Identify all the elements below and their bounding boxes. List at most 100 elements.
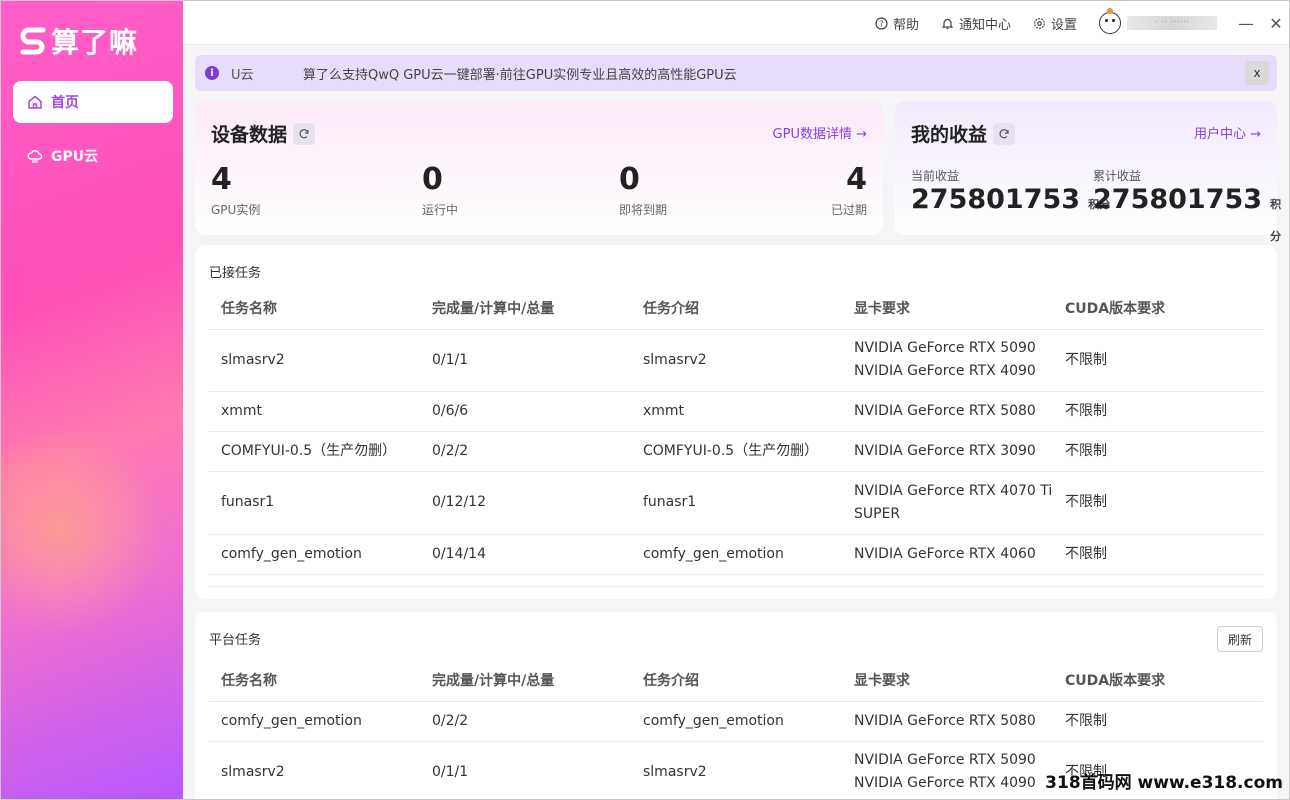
help-button[interactable]: ? 帮助 [875,14,919,33]
settings-button[interactable]: 设置 [1033,14,1077,33]
refresh-button[interactable]: 刷新 [1217,626,1263,652]
column-header: 完成量/计算中/总量 [420,659,631,702]
table-cell: 不限制 [1053,471,1263,535]
table-cell: NVIDIA GeForce RTX 4070 Ti SUPER [842,471,1053,535]
info-icon: i [205,66,219,80]
table-cell: slmasrv2 [209,329,420,392]
device-data-title: 设备数据 [211,120,316,147]
refresh-icon[interactable] [993,122,1016,145]
notice-tag: U云 [231,67,254,83]
stat-value: 4 [846,162,867,197]
refresh-icon[interactable] [293,122,316,145]
top-bar: ? 帮助 通知中心 设置 · ·· ······ — ✕ [183,1,1289,45]
column-header: 显卡要求 [842,659,1053,702]
user-avatar[interactable] [1099,8,1121,34]
platform-tasks-title: 平台任务 [209,633,262,648]
table-cell: NVIDIA GeForce RTX 5080 [842,391,1053,432]
table-cell: funasr1 [209,471,420,535]
table-cell: comfy_gen_emotion [209,534,420,575]
table-cell: 0/1/1 [420,741,631,799]
total-earnings-value: 275801753 积分 [1093,184,1281,253]
svg-text:?: ? [879,19,883,28]
username-blurred[interactable]: · ·· ······ [1127,16,1217,30]
table-header-row: 任务名称 完成量/计算中/总量 任务介绍 显卡要求 CUDA版本要求 [209,287,1263,330]
table-row[interactable]: COMFYUI-0.5（生产勿删） 0/2/2 COMFYUI-0.5（生产勿删… [209,431,1263,472]
notification-center-button[interactable]: 通知中心 [941,14,1011,33]
sidebar-item-home[interactable]: 首页 [13,81,173,123]
logo-mark-icon [19,24,47,58]
notice-close-button[interactable]: x [1245,61,1269,85]
table-cell: 不限制 [1053,701,1263,742]
main-content: ? 帮助 通知中心 设置 · ·· ······ — ✕ i U云 算了么支持Q… [183,1,1289,799]
table-cell: 0/6/6 [420,391,631,432]
window-close-button[interactable]: ✕ [1261,1,1289,45]
current-earnings-label: 当前收益 [911,169,960,183]
user-center-link[interactable]: 用户中心 → [1194,123,1261,142]
points-unit: 积分 [1270,198,1282,243]
logo-text: 算了嘛 [51,26,139,59]
gear-icon [1033,17,1046,30]
top-actions: ? 帮助 通知中心 设置 · ·· ······ — ✕ [875,1,1289,45]
table-cell: 不限制 [1053,431,1263,472]
column-header: 任务名称 [209,659,420,702]
table-row-empty [209,574,1263,587]
table-row[interactable]: xmmt 0/6/6 xmmt NVIDIA GeForce RTX 5080 … [209,391,1263,432]
table-cell: COMFYUI-0.5（生产勿删） [209,431,420,472]
stat-label: 已过期 [830,203,867,217]
table-cell: 0/1/1 [420,329,631,392]
table-row[interactable]: funasr1 0/12/12 funasr1 NVIDIA GeForce R… [209,471,1263,535]
watermark: 318首码网 www.e318.com [1045,773,1283,793]
total-earnings-number: 275801753 [1093,184,1263,215]
table-cell: 0/14/14 [420,534,631,575]
settings-label: 设置 [1050,17,1077,33]
accepted-tasks-table: 任务名称 完成量/计算中/总量 任务介绍 显卡要求 CUDA版本要求 slmas… [209,287,1263,587]
column-header: 任务介绍 [631,659,842,702]
accepted-tasks-card: 已接任务 任务名称 完成量/计算中/总量 任务介绍 显卡要求 CUDA版本要求 … [195,245,1277,599]
help-label: 帮助 [892,17,919,33]
help-icon: ? [875,16,888,30]
table-cell: NVIDIA GeForce RTX 3090 [842,431,1053,472]
stat-label: GPU实例 [211,203,261,217]
table-cell: NVIDIA GeForce RTX 5080 [842,701,1053,742]
notice-banner: i U云 算了么支持QwQ GPU云一键部署·前往GPU实例专业且高效的高性能G… [195,55,1277,91]
table-row[interactable]: comfy_gen_emotion 0/14/14 comfy_gen_emot… [209,534,1263,575]
table-cell: 0/2/2 [420,431,631,472]
column-header: CUDA版本要求 [1053,287,1263,330]
table-cell: 不限制 [1053,329,1263,392]
column-header: 显卡要求 [842,287,1053,330]
current-earnings-value: 275801753 积分 [911,184,1110,221]
stat-label: 即将到期 [619,203,668,217]
table-cell: 不限制 [1053,391,1263,432]
minimize-button[interactable]: — [1231,1,1261,45]
stat-running: 0 运行中 [422,161,458,218]
current-earnings: 当前收益 275801753 积分 [911,167,1110,221]
device-data-title-text: 设备数据 [211,124,288,146]
table-row[interactable]: comfy_gen_emotion 0/2/2 comfy_gen_emotio… [209,701,1263,742]
table-cell: comfy_gen_emotion [631,701,842,742]
table-row[interactable]: slmasrv2 0/1/1 slmasrv2 NVIDIA GeForce R… [209,329,1263,392]
table-header-row: 任务名称 完成量/计算中/总量 任务介绍 显卡要求 CUDA版本要求 [209,659,1263,702]
table-cell: comfy_gen_emotion [631,534,842,575]
sidebar-item-gpu-cloud[interactable]: GPU云 [13,135,173,177]
gpu-details-link[interactable]: GPU数据详情 → [773,123,867,142]
stat-gpu-instances: 4 GPU实例 [211,161,260,218]
table-cell: COMFYUI-0.5（生产勿删） [631,431,842,472]
column-header: 任务介绍 [631,287,842,330]
table-cell-empty [209,574,1263,587]
stat-value: 0 [422,162,443,197]
table-cell: 0/12/12 [420,471,631,535]
stat-expiring-soon: 0 即将到期 [619,161,667,218]
stat-expired: 4 已过期 [831,161,867,218]
device-data-card: 设备数据 GPU数据详情 → 4 GPU实例 0 运行中 0 即将到期 4 已过… [195,101,883,235]
home-icon [27,94,43,110]
current-earnings-number: 275801753 [911,184,1081,215]
total-earnings: 累计收益 275801753 积分 [1093,167,1281,253]
table-cell: slmasrv2 [631,741,842,799]
stat-label: 运行中 [422,203,459,217]
notification-center-label: 通知中心 [958,17,1011,33]
table-cell: xmmt [209,391,420,432]
table-cell: comfy_gen_emotion [209,701,420,742]
notice-text[interactable]: 算了么支持QwQ GPU云一键部署·前往GPU实例专业且高效的高性能GPU云 [303,64,737,83]
app-logo: 算了嘛 [19,21,138,61]
total-earnings-label: 累计收益 [1093,169,1142,183]
